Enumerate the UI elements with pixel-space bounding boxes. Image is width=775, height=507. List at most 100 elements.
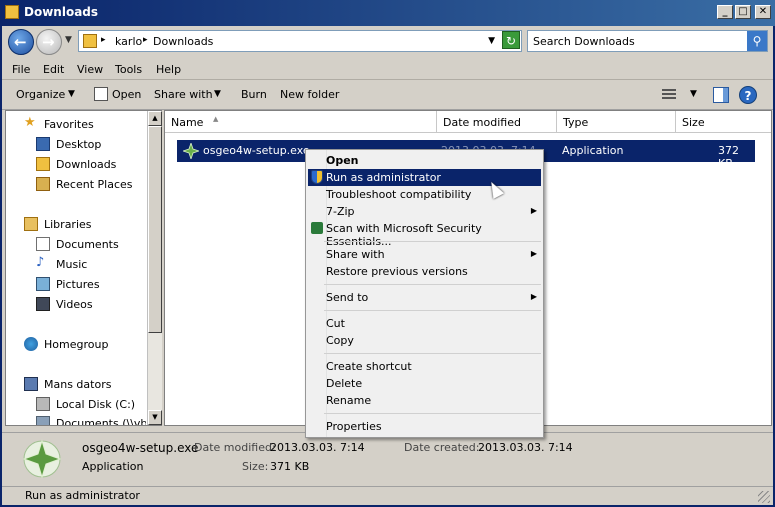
nav-scrollbar[interactable]: ▲ ▼ xyxy=(147,111,162,425)
preview-pane-icon[interactable] xyxy=(713,87,729,103)
search-input[interactable]: Search Downloads xyxy=(533,35,635,48)
osgeo-app-icon xyxy=(22,439,62,479)
chevron-down-icon[interactable]: ▼ xyxy=(68,89,75,99)
nav-label: Mans dators xyxy=(44,378,112,391)
column-label: Name xyxy=(171,116,204,129)
nav-item-recent-places[interactable]: Recent Places xyxy=(6,175,146,193)
search-icon[interactable]: ⚲ xyxy=(747,31,767,51)
menu-edit[interactable]: Edit xyxy=(43,63,64,76)
menu-item-create-shortcut[interactable]: Create shortcut xyxy=(308,358,541,375)
recent-places-icon xyxy=(36,177,50,191)
chevron-down-icon[interactable]: ▼ xyxy=(690,89,697,99)
column-label: Date modified xyxy=(443,116,521,129)
breadcrumb-separator[interactable]: ▸ xyxy=(143,35,148,45)
address-bar[interactable]: ▸ karlo ▸ Downloads ▼ xyxy=(78,30,522,52)
chevron-right-icon[interactable]: ▸ xyxy=(101,35,106,45)
help-icon[interactable]: ? xyxy=(739,86,757,104)
menu-item-label: Run as administrator xyxy=(326,171,441,184)
menu-item-cut[interactable]: Cut xyxy=(308,315,541,332)
organize-button[interactable]: Organize xyxy=(16,88,65,101)
new-folder-button[interactable]: New folder xyxy=(280,88,339,101)
column-header-date[interactable]: Date modified xyxy=(437,111,557,133)
menu-item-share-with[interactable]: Share with ▶ xyxy=(308,246,541,263)
videos-icon xyxy=(36,297,50,311)
menu-tools[interactable]: Tools xyxy=(115,63,142,76)
nav-item-local-disk[interactable]: Local Disk (C:) xyxy=(6,395,146,413)
breadcrumb-downloads[interactable]: Downloads xyxy=(153,35,213,48)
menu-item-send-to[interactable]: Send to ▶ xyxy=(308,289,541,306)
nav-item-downloads[interactable]: Downloads xyxy=(6,155,146,173)
nav-item-favorites[interactable]: ★ Favorites xyxy=(6,115,146,133)
view-options-icon[interactable] xyxy=(662,89,676,101)
chevron-down-icon[interactable]: ▼ xyxy=(214,89,221,99)
command-bar: Organize ▼ Open Share with ▼ Burn New fo… xyxy=(2,80,773,110)
submenu-arrow-icon: ▶ xyxy=(530,206,537,215)
pictures-icon xyxy=(36,277,50,291)
scroll-thumb[interactable] xyxy=(148,126,162,333)
address-dropdown-icon[interactable]: ▼ xyxy=(488,36,495,46)
nav-item-desktop[interactable]: Desktop xyxy=(6,135,146,153)
nav-item-videos[interactable]: Videos xyxy=(6,295,146,313)
nav-label: Pictures xyxy=(56,278,100,291)
open-button[interactable]: Open xyxy=(112,88,141,101)
details-date-modified-label: Date modified: xyxy=(194,441,276,454)
menu-item-label: Troubleshoot compatibility xyxy=(326,188,472,201)
menu-item-scan[interactable]: Scan with Microsoft Security Essentials.… xyxy=(308,220,541,248)
menu-help[interactable]: Help xyxy=(156,63,181,76)
nav-label: Libraries xyxy=(44,218,92,231)
nav-label: Documents (\\vbox xyxy=(56,417,146,425)
status-text: Run as administrator xyxy=(25,489,140,502)
nav-item-pictures[interactable]: Pictures xyxy=(6,275,146,293)
breadcrumb-karlo[interactable]: karlo xyxy=(115,35,142,48)
menu-item-label: Share with xyxy=(326,248,385,261)
forward-button[interactable] xyxy=(36,29,62,55)
menu-item-restore-previous[interactable]: Restore previous versions xyxy=(308,263,541,280)
menu-item-troubleshoot[interactable]: Troubleshoot compatibility xyxy=(308,186,541,203)
nav-item-libraries[interactable]: Libraries xyxy=(6,215,146,233)
explorer-window: Downloads _ □ ✕ ▼ ▸ karlo ▸ Downloads ▼ … xyxy=(0,0,775,507)
menu-item-rename[interactable]: Rename xyxy=(308,392,541,409)
menu-item-open[interactable]: Open xyxy=(308,152,541,169)
minimize-button[interactable]: _ xyxy=(717,5,733,19)
menu-item-label: Copy xyxy=(326,334,354,347)
nav-item-documents[interactable]: Documents xyxy=(6,235,146,253)
scroll-up-icon[interactable]: ▲ xyxy=(148,111,162,126)
details-pane: osgeo4w-setup.exe Date modified: 2013.03… xyxy=(2,432,773,486)
refresh-icon[interactable]: ↻ xyxy=(502,31,520,49)
burn-button[interactable]: Burn xyxy=(241,88,267,101)
menu-bar: File Edit View Tools Help xyxy=(2,58,773,80)
nav-item-music[interactable]: ♪ Music xyxy=(6,255,146,273)
nav-label: Music xyxy=(56,258,88,271)
menu-item-label: Open xyxy=(326,154,359,167)
menu-item-label: Send to xyxy=(326,291,369,304)
back-button[interactable] xyxy=(8,29,34,55)
title-bar[interactable]: Downloads _ □ ✕ xyxy=(0,0,775,26)
menu-view[interactable]: View xyxy=(77,63,103,76)
context-menu: Open Run as administrator Troubleshoot c… xyxy=(305,149,544,438)
resize-grip[interactable] xyxy=(758,491,770,503)
menu-file[interactable]: File xyxy=(12,63,30,76)
search-box[interactable]: Search Downloads ⚲ xyxy=(527,30,768,52)
menu-item-run-as-administrator[interactable]: Run as administrator xyxy=(308,169,541,186)
menu-item-7zip[interactable]: 7-Zip ▶ xyxy=(308,203,541,220)
nav-item-network-documents[interactable]: Documents (\\vbox xyxy=(6,414,146,425)
security-essentials-icon xyxy=(311,222,323,234)
close-button[interactable]: ✕ xyxy=(755,5,771,19)
column-header-size[interactable]: Size xyxy=(676,111,771,133)
maximize-button[interactable]: □ xyxy=(735,5,751,19)
submenu-arrow-icon: ▶ xyxy=(530,249,537,258)
menu-item-properties[interactable]: Properties xyxy=(308,418,541,435)
menu-item-delete[interactable]: Delete xyxy=(308,375,541,392)
nav-label: Homegroup xyxy=(44,338,109,351)
details-size-label: Size: xyxy=(242,460,269,473)
share-with-button[interactable]: Share with xyxy=(154,88,213,101)
scroll-down-icon[interactable]: ▼ xyxy=(148,410,162,425)
nav-item-computer[interactable]: Mans dators xyxy=(6,375,146,393)
menu-separator xyxy=(324,284,541,285)
nav-item-homegroup[interactable]: Homegroup xyxy=(6,335,146,353)
menu-item-copy[interactable]: Copy xyxy=(308,332,541,349)
menu-separator xyxy=(324,241,541,242)
column-header-name[interactable]: Name ▲ xyxy=(165,111,437,133)
recent-pages-dropdown-icon[interactable]: ▼ xyxy=(65,35,72,45)
column-header-type[interactable]: Type xyxy=(557,111,676,133)
